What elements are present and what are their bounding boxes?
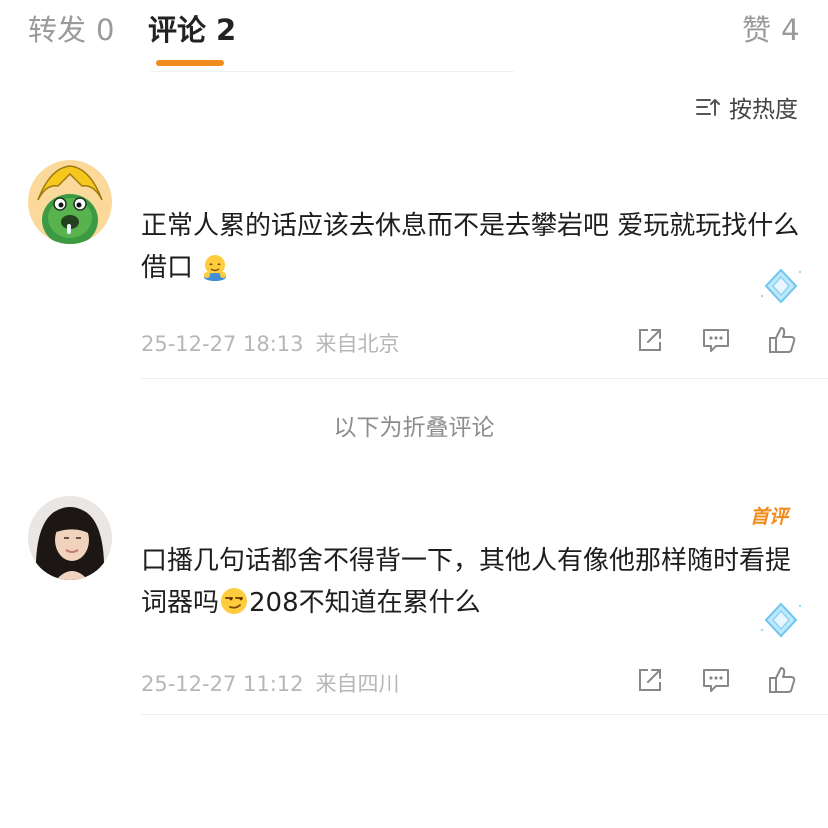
comment-date: 25-12-27 11:12	[141, 672, 304, 696]
divider	[141, 378, 828, 379]
first-comment-badge: 首评	[749, 506, 788, 528]
sort-label: 按热度	[729, 97, 798, 123]
tab-likes-label: 赞	[742, 13, 772, 47]
tab-likes-count: 4	[781, 13, 800, 47]
comment-text-body: 正常人累的话应该去休息而不是去攀岩吧 爱玩就玩找什么借口	[141, 211, 800, 283]
tab-repost[interactable]: 转发 0	[28, 10, 114, 50]
smirking-face-emoji	[219, 586, 249, 629]
comment-text: 正常人累的话应该去休息而不是去攀岩吧 爱玩就玩找什么借口	[141, 205, 801, 294]
tab-bar: 转发 0 评论 2 赞4	[0, 0, 828, 72]
share-icon[interactable]	[634, 324, 666, 356]
divider	[141, 714, 828, 715]
avatar[interactable]	[28, 160, 112, 244]
tab-repost-label: 转发	[28, 13, 87, 47]
tab-likes[interactable]: 赞4	[742, 10, 799, 50]
folded-comments-label[interactable]: 以下为折叠评论	[0, 408, 828, 442]
comment-meta: 25-12-27 18:13 来自北京	[141, 328, 400, 358]
reply-icon[interactable]	[700, 664, 732, 696]
tab-comments-count: 2	[216, 13, 237, 47]
share-icon[interactable]	[634, 664, 666, 696]
tab-comments-label: 评论	[148, 13, 207, 47]
comment-text-tail: 208不知道在累什么	[249, 588, 481, 618]
hugging-face-emoji	[201, 252, 229, 294]
comment-meta: 25-12-27 11:12 来自四川	[141, 668, 400, 698]
diamond-badge-icon	[756, 600, 806, 644]
like-icon[interactable]	[766, 324, 798, 356]
tab-comments[interactable]: 评论 2	[148, 10, 236, 50]
active-tab-indicator	[156, 60, 224, 66]
sort-icon	[696, 99, 720, 116]
comment-location: 来自四川	[315, 672, 400, 696]
sort-button[interactable]: 按热度	[695, 90, 798, 124]
avatar[interactable]	[28, 496, 112, 580]
comment-location: 来自北京	[315, 332, 400, 356]
reply-icon[interactable]	[700, 324, 732, 356]
comment-text: 口播几句话都舍不得背一下，其他人有像他那样随时看提词器吗 208不知道在累什么	[141, 540, 811, 629]
tab-repost-count: 0	[96, 13, 115, 47]
diamond-badge-icon	[756, 266, 806, 310]
comment-actions	[634, 324, 798, 356]
comment-date: 25-12-27 18:13	[141, 332, 304, 356]
comment-actions	[634, 664, 798, 696]
tab-divider	[150, 71, 514, 72]
like-icon[interactable]	[766, 664, 798, 696]
